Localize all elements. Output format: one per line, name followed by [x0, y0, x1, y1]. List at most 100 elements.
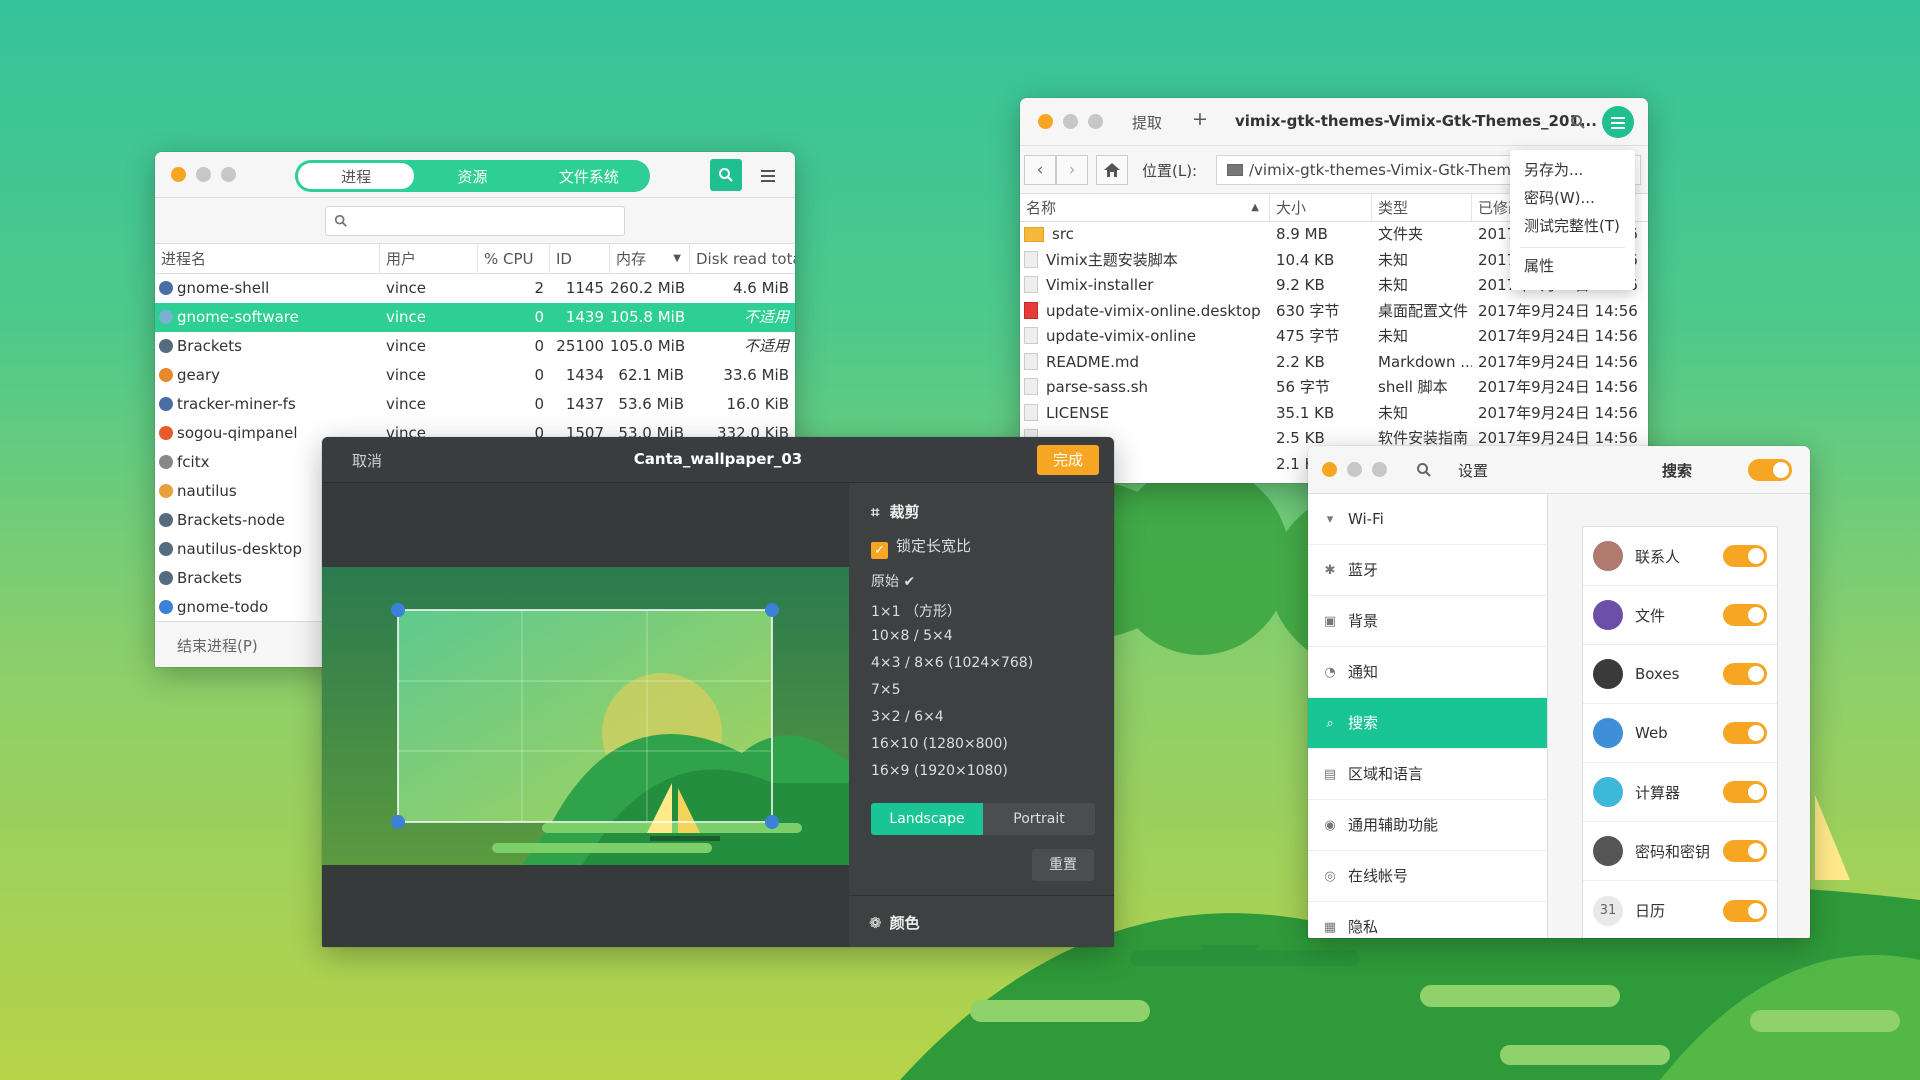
column-size[interactable]: 大小 [1270, 194, 1372, 221]
search-provider-toggle[interactable] [1723, 604, 1767, 626]
minimize-button[interactable] [1063, 114, 1078, 129]
sidebar-item-bluetooth[interactable]: ✱ 蓝牙 [1308, 545, 1547, 596]
ratio-option[interactable]: 1×1 （方形） [871, 601, 961, 621]
search-button[interactable] [710, 159, 742, 191]
image-canvas[interactable] [322, 483, 849, 947]
extract-button[interactable]: 提取 [1132, 112, 1162, 133]
search-provider-toggle[interactable] [1723, 545, 1767, 567]
process-name-text: sogou-qimpanel [177, 424, 298, 442]
file-row[interactable]: README.md 2.2 KB Markdown ... 2017年9月24日 14… [1020, 350, 1648, 376]
color-section[interactable]: ❁ 颜色 [849, 895, 1114, 947]
sidebar-item-search[interactable]: ⌕ 搜索 [1308, 698, 1547, 749]
search-provider-toggle[interactable] [1723, 840, 1767, 862]
files-headerbar: 提取 + vimix-gtk-themes-Vimix-Gtk-Themes_2… [1020, 98, 1648, 146]
search-icon[interactable] [1416, 462, 1432, 478]
file-row[interactable]: update-vimix-online 475 字节 未知 2017年9月24日 14… [1020, 324, 1648, 350]
file-size-text: 475 字节 [1276, 327, 1340, 345]
close-button[interactable] [171, 167, 186, 182]
add-button[interactable]: + [1192, 108, 1208, 130]
table-row[interactable]: gnome-shell vince 2 1145 260.2 MiB 4.6 MiB [155, 274, 795, 303]
sidebar-item-region[interactable]: ▤ 区域和语言 [1308, 749, 1547, 800]
forward-button[interactable]: › [1056, 155, 1088, 185]
maximize-button[interactable] [221, 167, 236, 182]
search-provider-toggle[interactable] [1723, 781, 1767, 803]
lock-ratio-checkbox[interactable]: ✓ 锁定长宽比 [871, 535, 971, 559]
table-row[interactable]: gnome-software vince 0 1439 105.8 MiB 不适用 [155, 303, 795, 332]
column-memory[interactable]: 内存 ▼ [610, 244, 690, 273]
search-input[interactable] [325, 206, 625, 236]
table-row[interactable]: tracker-miner-fs vince 0 1437 53.6 MiB 16.0 K… [155, 390, 795, 419]
tab-filesystems[interactable]: 文件系统 [531, 163, 647, 189]
close-button[interactable] [1038, 114, 1053, 129]
process-disk-read: 4.6 MiB [690, 274, 795, 303]
monitor-headerbar: 进程 资源 文件系统 [155, 152, 795, 198]
end-process-button[interactable]: 结束进程(P) [177, 635, 258, 656]
column-disk-read[interactable]: Disk read tota [690, 244, 795, 273]
sidebar-item-wifi[interactable]: ▾ Wi-Fi [1308, 494, 1547, 545]
search-app-list: 联系人 文件 Boxes Web 计算器 密码和密钥 31 日历 [1582, 526, 1778, 938]
column-type[interactable]: 类型 [1372, 194, 1472, 221]
file-row[interactable]: LICENSE 35.1 KB 未知 2017年9月24日 14:56 [1020, 401, 1648, 427]
ratio-option[interactable]: 4×3 / 8×6 (1024×768) [871, 655, 1033, 671]
menu-item-test-integrity[interactable]: 测试完整性(T) [1510, 212, 1635, 240]
file-size: 9.2 KB [1270, 273, 1372, 299]
column-user[interactable]: 用户 [380, 244, 478, 273]
file-size: 8.9 MB [1270, 222, 1372, 248]
column-process-name[interactable]: 进程名 [155, 244, 380, 273]
column-cpu[interactable]: % CPU [478, 244, 550, 273]
process-memory-text: 105.8 MiB [610, 308, 686, 326]
maximize-button[interactable] [1088, 114, 1103, 129]
sidebar-item-accessibility[interactable]: ◉ 通用辅助功能 [1308, 800, 1547, 851]
process-memory-text: 260.2 MiB [610, 279, 686, 297]
ratio-option[interactable]: 16×10 (1280×800) [871, 736, 1008, 752]
search-provider-name: 联系人 [1635, 547, 1681, 566]
table-row[interactable]: Brackets vince 0 25100 105.0 MiB 不适用 [155, 332, 795, 361]
process-name-text: gnome-shell [177, 279, 270, 297]
home-button[interactable] [1096, 155, 1128, 185]
close-button[interactable] [1322, 462, 1337, 477]
column-name[interactable]: 名称 ▲ [1020, 194, 1270, 221]
menu-item-password[interactable]: 密码(W)... [1510, 184, 1635, 212]
search-icon[interactable] [1570, 114, 1586, 130]
process-name: gnome-shell [155, 274, 380, 303]
menu-item-properties[interactable]: 属性 [1510, 252, 1635, 280]
privacy-icon: ▦ [1323, 920, 1337, 935]
search-provider-toggle[interactable] [1723, 722, 1767, 744]
sidebar-item-notifications[interactable]: ◔ 通知 [1308, 647, 1547, 698]
sidebar-item-privacy[interactable]: ▦ 隐私 [1308, 902, 1547, 938]
file-row[interactable]: update-vimix-online.desktop 630 字节 桌面配置文件 2… [1020, 299, 1648, 325]
column-name-label: 名称 [1026, 199, 1057, 217]
menu-item-save-as[interactable]: 另存为... [1510, 156, 1635, 184]
ratio-option[interactable]: 16×9 (1920×1080) [871, 763, 1008, 779]
ratio-option[interactable]: 3×2 / 6×4 [871, 709, 944, 725]
menu-icon[interactable] [761, 167, 775, 185]
search-provider-toggle[interactable] [1723, 663, 1767, 685]
column-id[interactable]: ID [550, 244, 610, 273]
file-row[interactable]: parse-sass.sh 56 字节 shell 脚本 2017年9月24日 14:… [1020, 375, 1648, 401]
ratio-original[interactable]: 原始 ✔ [871, 571, 915, 591]
done-button[interactable]: 完成 [1037, 445, 1099, 475]
portrait-button[interactable]: Portrait [983, 803, 1095, 835]
online-accounts-icon: ◎ [1324, 869, 1336, 884]
minimize-button[interactable] [1347, 462, 1362, 477]
process-user: vince [380, 332, 478, 361]
ratio-option[interactable]: 10×8 / 5×4 [871, 628, 953, 644]
ratio-option[interactable]: 7×5 [871, 682, 901, 698]
search-enable-toggle[interactable] [1748, 459, 1792, 481]
tab-processes[interactable]: 进程 [298, 163, 415, 189]
reset-button[interactable]: 重置 [1032, 849, 1094, 881]
file-size-text: 35.1 KB [1276, 403, 1335, 422]
sidebar-item-background[interactable]: ▣ 背景 [1308, 596, 1547, 647]
menu-button[interactable] [1602, 106, 1634, 138]
search-provider-toggle[interactable] [1723, 899, 1767, 922]
process-cpu-text: 0 [534, 308, 544, 326]
sidebar-item-label: 在线帐号 [1348, 867, 1409, 885]
landscape-button[interactable]: Landscape [871, 803, 983, 835]
table-row[interactable]: geary vince 0 1434 62.1 MiB 33.6 MiB [155, 361, 795, 390]
sidebar-item-online-accounts[interactable]: ◎ 在线帐号 [1308, 851, 1547, 902]
maximize-button[interactable] [1372, 462, 1387, 477]
minimize-button[interactable] [196, 167, 211, 182]
back-button[interactable]: ‹ [1024, 155, 1056, 185]
tab-resources[interactable]: 资源 [414, 163, 530, 189]
file-size-text: 2.5 KB [1276, 429, 1325, 447]
